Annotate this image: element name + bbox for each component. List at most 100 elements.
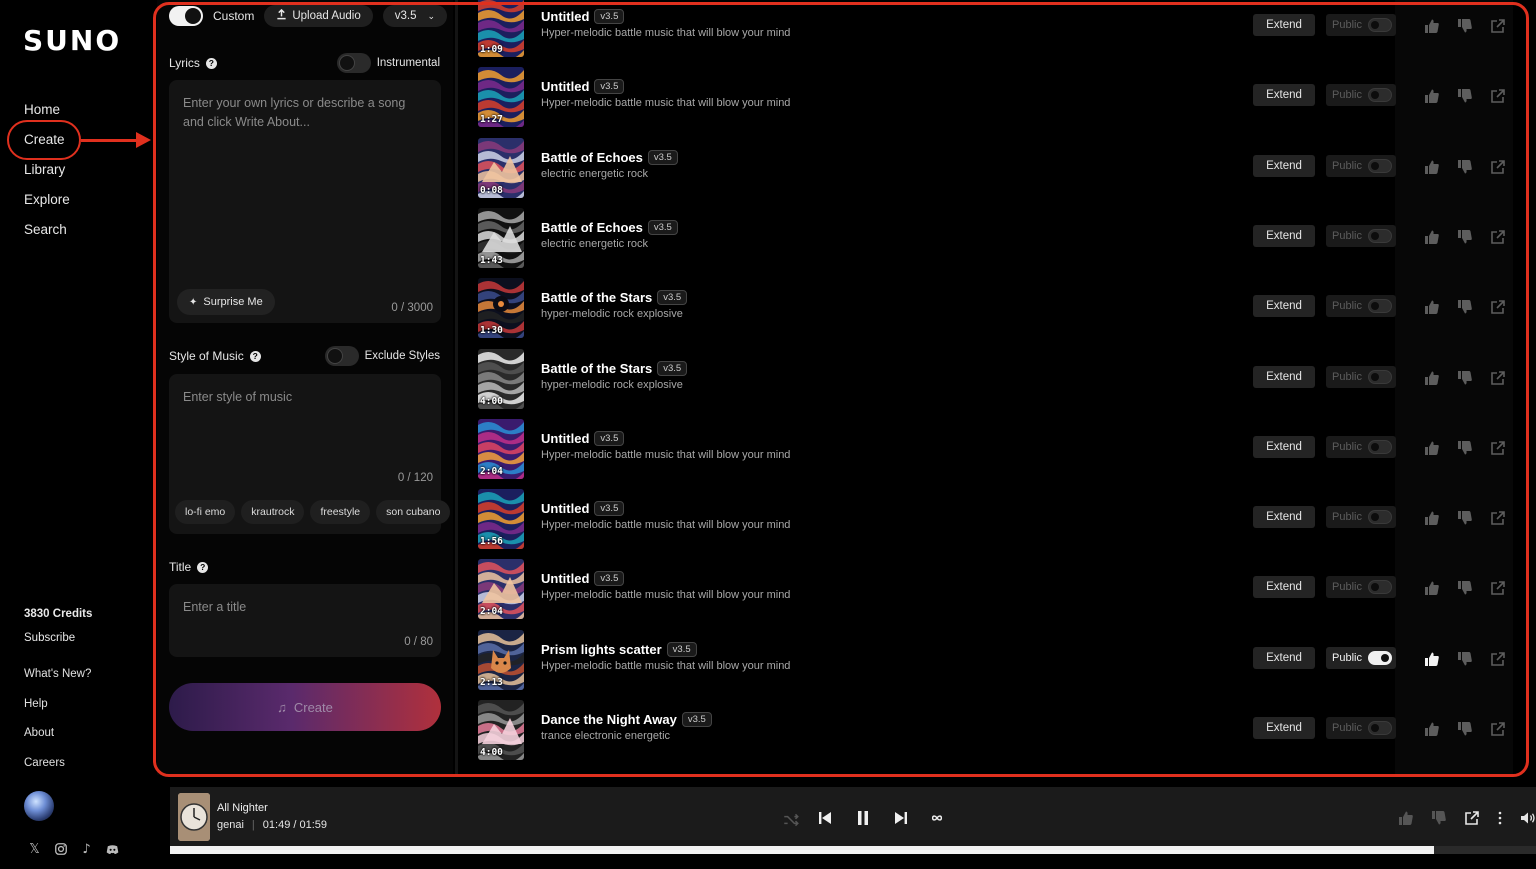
extend-button[interactable]: Extend bbox=[1253, 14, 1315, 36]
extend-button[interactable]: Extend bbox=[1253, 435, 1315, 458]
thumbs-down-icon[interactable] bbox=[1457, 580, 1473, 596]
help-icon[interactable]: ? bbox=[249, 351, 261, 363]
song-cover-art[interactable]: 0:08 bbox=[478, 137, 524, 198]
song-cover-art[interactable]: 2:13 bbox=[478, 629, 524, 690]
public-toggle[interactable] bbox=[1367, 299, 1392, 314]
thumbs-up-icon[interactable] bbox=[1424, 159, 1440, 175]
share-icon[interactable] bbox=[1490, 370, 1506, 386]
extend-button[interactable]: Extend bbox=[1253, 154, 1315, 177]
extend-button[interactable]: Extend bbox=[1253, 506, 1315, 529]
thumbs-up-icon[interactable] bbox=[1424, 651, 1440, 667]
public-toggle[interactable] bbox=[1367, 439, 1392, 454]
song-cover-art[interactable]: 4:00 bbox=[478, 348, 524, 409]
instrumental-toggle[interactable] bbox=[336, 53, 371, 73]
share-icon[interactable] bbox=[1490, 440, 1506, 456]
thumbs-down-icon[interactable] bbox=[1457, 510, 1473, 526]
song-row[interactable]: 4:00 Dance the Night Away v3.5 trance elect… bbox=[470, 700, 1526, 773]
style-tag[interactable]: son cubano bbox=[376, 500, 451, 524]
careers-link[interactable]: Careers bbox=[24, 757, 91, 787]
public-toggle[interactable] bbox=[1367, 369, 1392, 384]
thumbs-up-icon[interactable] bbox=[1424, 229, 1440, 245]
song-row[interactable]: 1:43 Battle of Echoes v3.5 electric energet… bbox=[470, 207, 1526, 281]
thumbs-down-icon[interactable] bbox=[1457, 651, 1473, 667]
public-toggle-control[interactable]: Public bbox=[1326, 84, 1396, 107]
song-row[interactable]: 2:13 Prism lights scatter v3.5 Hyper-melodi… bbox=[470, 629, 1526, 703]
public-toggle-control[interactable]: Public bbox=[1326, 717, 1396, 739]
public-toggle-control[interactable]: Public bbox=[1326, 435, 1396, 458]
surprise-me-button[interactable]: ✦ Surprise Me bbox=[177, 289, 275, 315]
style-tag[interactable]: krautrock bbox=[241, 500, 305, 524]
extend-button[interactable]: Extend bbox=[1253, 224, 1315, 247]
song-title[interactable]: Untitled bbox=[541, 79, 589, 94]
public-toggle-control[interactable]: Public bbox=[1326, 365, 1396, 388]
thumbs-down-icon[interactable] bbox=[1457, 229, 1473, 245]
public-toggle[interactable] bbox=[1367, 650, 1392, 665]
share-icon[interactable] bbox=[1490, 229, 1506, 245]
upload-audio-button[interactable]: Upload Audio bbox=[264, 5, 373, 27]
thumbs-up-icon[interactable] bbox=[1424, 88, 1440, 104]
public-toggle[interactable] bbox=[1367, 510, 1392, 525]
whats-new-link[interactable]: What's New? bbox=[24, 668, 91, 698]
public-toggle-control[interactable]: Public bbox=[1326, 576, 1396, 599]
song-row[interactable]: 4:00 Battle of the Stars v3.5 hyper-melodic… bbox=[470, 348, 1526, 422]
extend-button[interactable]: Extend bbox=[1253, 365, 1315, 388]
public-toggle[interactable] bbox=[1367, 18, 1392, 32]
thumbs-up-icon[interactable] bbox=[1424, 18, 1440, 34]
version-select[interactable]: v3.5 ⌄ bbox=[382, 5, 448, 27]
song-row[interactable]: 2:04 Untitled v3.5 Hyper-melodic battle mus… bbox=[470, 559, 1526, 632]
shuffle-icon[interactable] bbox=[782, 811, 799, 827]
exclude-styles-toggle[interactable] bbox=[324, 346, 359, 366]
thumbs-down-icon[interactable] bbox=[1457, 18, 1473, 34]
help-icon[interactable]: ? bbox=[205, 58, 217, 70]
thumbs-up-icon[interactable] bbox=[1424, 440, 1440, 456]
thumbs-down-icon[interactable] bbox=[1457, 299, 1473, 315]
song-title[interactable]: Untitled bbox=[541, 9, 589, 24]
nav-library[interactable]: Library bbox=[24, 161, 70, 191]
thumbs-down-icon[interactable] bbox=[1457, 721, 1473, 737]
extend-button[interactable]: Extend bbox=[1253, 646, 1315, 669]
nav-search[interactable]: Search bbox=[24, 221, 70, 251]
song-cover-art[interactable]: 2:04 bbox=[478, 418, 524, 479]
style-input[interactable]: Enter style of music 0 / 120 lo-fi emo k… bbox=[169, 374, 451, 534]
share-icon[interactable] bbox=[1490, 651, 1506, 667]
song-title[interactable]: Battle of the Stars bbox=[541, 290, 652, 305]
help-icon[interactable]: ? bbox=[197, 562, 209, 574]
now-playing-artist[interactable]: genai bbox=[217, 819, 244, 831]
public-toggle[interactable] bbox=[1367, 721, 1392, 735]
public-toggle[interactable] bbox=[1367, 580, 1392, 595]
instagram-icon[interactable] bbox=[53, 842, 68, 857]
share-icon[interactable] bbox=[1490, 159, 1506, 175]
nav-explore[interactable]: Explore bbox=[24, 191, 70, 221]
song-title[interactable]: Dance the Night Away bbox=[541, 712, 677, 727]
public-toggle[interactable] bbox=[1367, 88, 1392, 103]
thumbs-up-icon[interactable] bbox=[1424, 510, 1440, 526]
song-title[interactable]: Prism lights scatter bbox=[541, 642, 662, 657]
now-playing-title[interactable]: All Nighter bbox=[217, 802, 268, 814]
style-tag[interactable]: lo-fi emo bbox=[175, 500, 236, 524]
song-cover-art[interactable]: 4:00 bbox=[478, 700, 524, 760]
song-title[interactable]: Untitled bbox=[541, 571, 589, 586]
song-row[interactable]: 2:04 Untitled v3.5 Hyper-melodic battle mus… bbox=[470, 418, 1526, 492]
thumbs-up-icon[interactable] bbox=[1424, 370, 1440, 386]
share-icon[interactable] bbox=[1464, 810, 1480, 826]
public-toggle[interactable] bbox=[1367, 228, 1392, 243]
panel-divider[interactable] bbox=[455, 0, 458, 775]
user-avatar[interactable] bbox=[24, 791, 54, 821]
thumbs-down-icon[interactable] bbox=[1431, 810, 1447, 826]
thumbs-up-icon[interactable] bbox=[1424, 721, 1440, 737]
share-icon[interactable] bbox=[1490, 18, 1506, 34]
help-link[interactable]: Help bbox=[24, 698, 91, 728]
song-row[interactable]: 1:09 Untitled v3.5 Hyper-melodic battle mus… bbox=[470, 0, 1526, 70]
thumbs-up-icon[interactable] bbox=[1424, 299, 1440, 315]
thumbs-down-icon[interactable] bbox=[1457, 370, 1473, 386]
song-title[interactable]: Battle of Echoes bbox=[541, 220, 643, 235]
extend-button[interactable]: Extend bbox=[1253, 717, 1315, 739]
song-title[interactable]: Battle of Echoes bbox=[541, 150, 643, 165]
discord-icon[interactable] bbox=[105, 842, 120, 857]
title-input[interactable]: Enter a title 0 / 80 bbox=[169, 584, 441, 657]
song-row[interactable]: 1:56 Untitled v3.5 Hyper-melodic battle mus… bbox=[470, 489, 1526, 562]
about-link[interactable]: About bbox=[24, 727, 91, 757]
more-options-icon[interactable] bbox=[1497, 810, 1503, 826]
extend-button[interactable]: Extend bbox=[1253, 84, 1315, 107]
playback-progress[interactable] bbox=[170, 846, 1536, 854]
